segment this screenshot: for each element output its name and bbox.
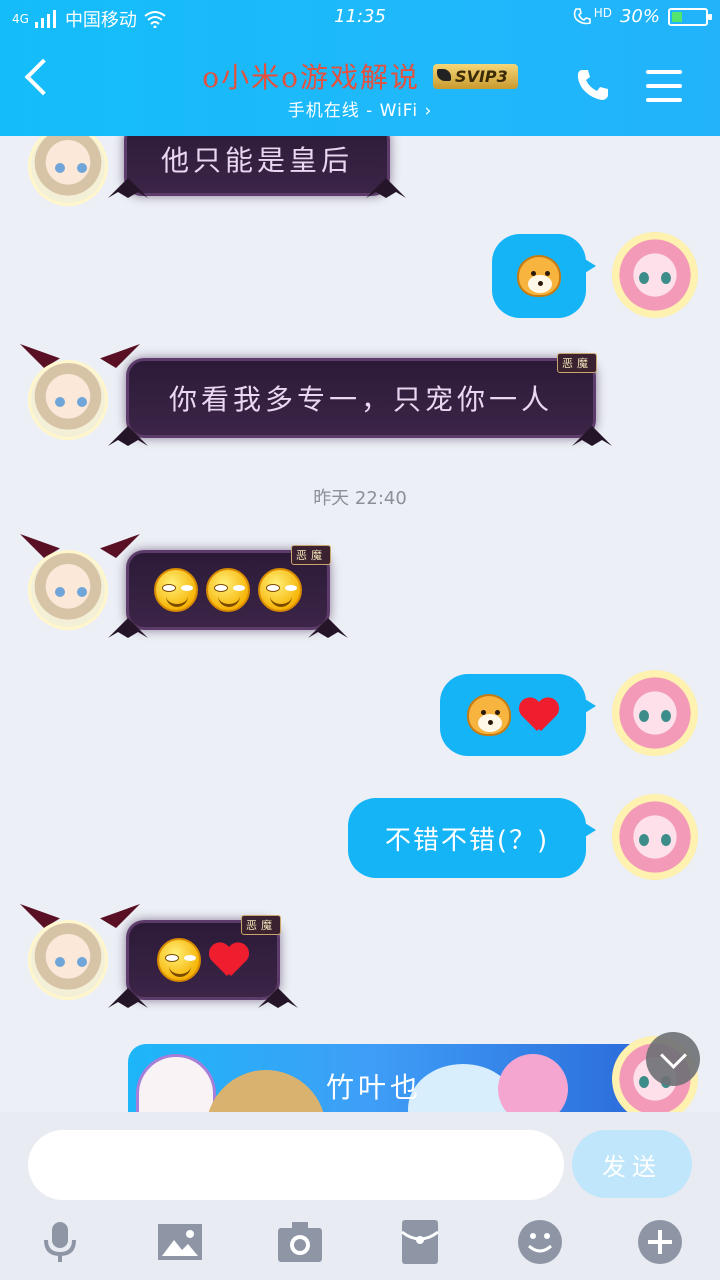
- contact-avatar[interactable]: [28, 360, 108, 440]
- chat-header: 4G 中国移动 11:35 HD 30% o小米o游戏解说 SVIP3 手机在线…: [0, 0, 720, 136]
- message-bubble-devil[interactable]: 恶魔: [126, 915, 281, 1000]
- message-bubble-devil[interactable]: 你看我多专一，只宠你一人 恶魔: [126, 353, 597, 438]
- title-wrap: o小米o游戏解说 SVIP3: [0, 56, 720, 96]
- send-button[interactable]: 发送: [572, 1130, 692, 1198]
- themed-message-bubble[interactable]: 竹叶也: [128, 1044, 668, 1112]
- my-avatar[interactable]: [612, 670, 698, 756]
- message-text: 他只能是皇后: [160, 144, 353, 177]
- smirk-emoji-icon: [154, 568, 198, 612]
- message-bubble-self[interactable]: [440, 674, 596, 756]
- red-packet-icon[interactable]: [396, 1218, 444, 1266]
- svip-badge[interactable]: SVIP3: [433, 63, 518, 89]
- phone-icon[interactable]: [576, 68, 610, 102]
- chevron-down-icon[interactable]: [646, 1032, 700, 1086]
- chat-list[interactable]: 他只能是皇后 你看我多专一，只宠你一人 恶魔 昨天 22:40 恶魔 不错不错(…: [0, 136, 720, 1112]
- hat-girl-decoration: [206, 1070, 326, 1112]
- toolbar: [0, 1212, 720, 1272]
- contact-name[interactable]: o小米o游戏解说: [202, 56, 420, 96]
- message-bubble-devil[interactable]: 恶魔: [126, 545, 331, 630]
- message-timestamp: 昨天 22:40: [313, 488, 407, 509]
- message-bubble-devil[interactable]: 他只能是皇后: [124, 136, 390, 196]
- chevron-right-icon: ›: [424, 101, 433, 121]
- status-bar: 4G 中国移动 11:35 HD 30%: [0, 0, 720, 36]
- devil-tag: 恶魔: [557, 353, 597, 373]
- smirk-emoji-icon: [157, 938, 201, 982]
- my-avatar[interactable]: [612, 794, 698, 880]
- heart-emoji-icon: [519, 697, 559, 733]
- dog-emoji-icon: [467, 694, 511, 736]
- devil-tag: 恶魔: [291, 545, 331, 565]
- smirk-emoji-icon: [206, 568, 250, 612]
- dog-emoji-icon: [517, 255, 561, 297]
- message-bubble-self[interactable]: 不错不错(？): [348, 798, 596, 878]
- contact-avatar[interactable]: [28, 136, 108, 206]
- contact-avatar[interactable]: [28, 920, 108, 1000]
- online-status[interactable]: 手机在线 - WiFi ›: [0, 96, 720, 121]
- battery-nub: [708, 13, 712, 20]
- menu-icon[interactable]: [646, 70, 682, 102]
- heart-emoji-icon: [209, 942, 249, 978]
- emoji-icon[interactable]: [516, 1218, 564, 1266]
- message-bubble-self[interactable]: [492, 234, 596, 318]
- smirk-emoji-icon: [258, 568, 302, 612]
- plus-icon[interactable]: [636, 1218, 684, 1266]
- contact-avatar[interactable]: [28, 550, 108, 630]
- message-text: 你看我多专一，只宠你一人: [168, 383, 553, 416]
- input-bar: 发送: [0, 1112, 720, 1280]
- message-input[interactable]: [28, 1130, 564, 1200]
- battery-percent: 30%: [619, 6, 660, 27]
- online-status-text: 手机在线 - WiFi: [287, 101, 419, 121]
- mic-icon[interactable]: [36, 1218, 84, 1266]
- sheep-character-decoration: [136, 1054, 216, 1112]
- camera-icon[interactable]: [276, 1218, 324, 1266]
- my-avatar[interactable]: [612, 232, 698, 318]
- mouse-character-decoration: [498, 1054, 568, 1112]
- image-icon[interactable]: [156, 1218, 204, 1266]
- message-text: 不错不错(？): [384, 825, 550, 856]
- hd-label: HD: [593, 5, 612, 20]
- battery-icon: [668, 7, 712, 26]
- hd-call-icon: [573, 7, 591, 24]
- banner-text: 竹叶也: [326, 1071, 423, 1104]
- devil-tag: 恶魔: [241, 915, 281, 935]
- battery-fill: [672, 11, 682, 22]
